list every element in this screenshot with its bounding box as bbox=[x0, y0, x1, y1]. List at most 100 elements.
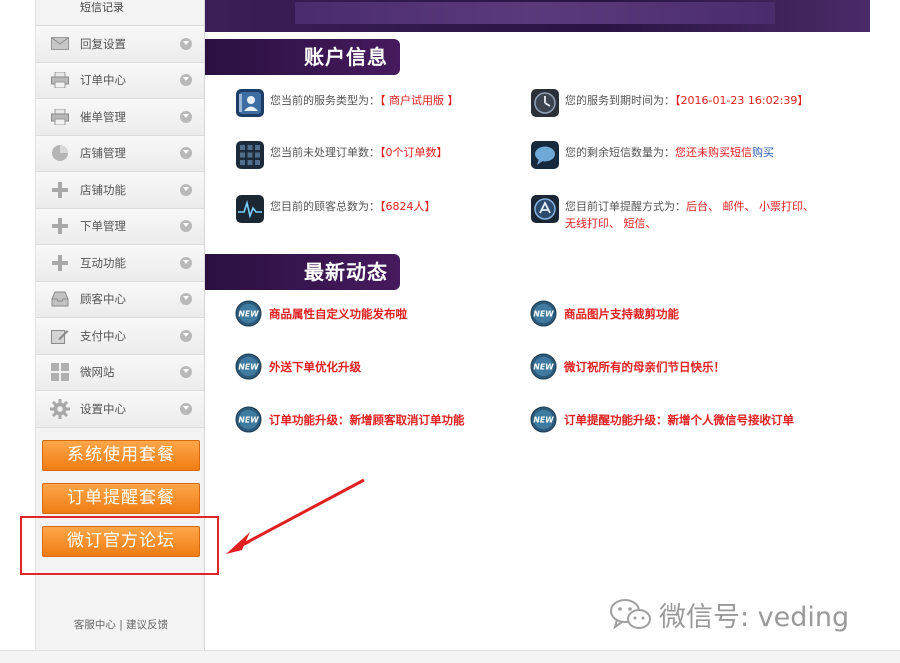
service-type-info: 您当前的服务类型为：【 商户试用版 】 bbox=[235, 88, 459, 118]
news-item[interactable]: NEW 商品属性自定义功能发布啦 bbox=[235, 300, 407, 327]
service-type-label: 您当前的服务类型为： bbox=[270, 94, 380, 107]
edit-icon bbox=[50, 327, 70, 345]
sidebar-item-label: 订单中心 bbox=[80, 73, 126, 88]
new-badge-icon: NEW bbox=[530, 300, 557, 327]
app-store-icon bbox=[531, 195, 559, 223]
sidebar-item-label: 下单管理 bbox=[80, 219, 126, 234]
news-header: 最新动态 bbox=[205, 254, 400, 290]
sidebar-item-label: 设置中心 bbox=[80, 401, 126, 416]
news-item[interactable]: NEW 订单功能升级：新增顾客取消订单功能 bbox=[235, 406, 465, 433]
activity-chart-icon bbox=[236, 195, 264, 223]
sidebar-item-payment-center[interactable]: 支付中心 bbox=[36, 318, 204, 355]
expire-label: 您的服务到期时间为： bbox=[565, 94, 675, 107]
new-badge-icon: NEW bbox=[530, 353, 557, 380]
bottom-border bbox=[0, 650, 900, 663]
sidebar-item-reply-settings[interactable]: 回复设置 bbox=[36, 26, 204, 63]
chevron-down-icon bbox=[180, 147, 192, 160]
new-badge-icon: NEW bbox=[235, 406, 262, 433]
chevron-down-icon bbox=[180, 293, 192, 306]
sidebar-item-sms-records[interactable]: 短信记录 bbox=[36, 0, 204, 26]
chevron-down-icon bbox=[180, 329, 192, 342]
sms-label: 您的剩余短信数量为： bbox=[565, 146, 675, 159]
pending-label: 您当前未处理订单数： bbox=[270, 146, 380, 159]
reminder-value-line1: 后台、 邮件、 小票打印、 bbox=[686, 200, 814, 213]
sidebar-item-reminder-management[interactable]: 催单管理 bbox=[36, 99, 204, 136]
chevron-down-icon bbox=[180, 402, 192, 415]
account-info-header: 账户信息 bbox=[205, 39, 400, 75]
service-type-value: 【 商户试用版 】 bbox=[380, 94, 459, 107]
news-link[interactable]: 商品属性自定义功能发布啦 bbox=[269, 306, 407, 322]
pending-value: 【0个订单数】 bbox=[380, 146, 448, 159]
chevron-down-icon bbox=[180, 183, 192, 196]
svg-text:NEW: NEW bbox=[238, 415, 259, 424]
sms-remaining-info: 您的剩余短信数量为：您还未购买短信购买 bbox=[530, 140, 774, 170]
sms-value: 您还未购买短信 bbox=[675, 146, 752, 159]
printer-icon bbox=[50, 108, 70, 126]
svg-text:NEW: NEW bbox=[533, 362, 554, 371]
news-item[interactable]: NEW 外送下单优化升级 bbox=[235, 353, 361, 380]
news-link[interactable]: 商品图片支持裁剪功能 bbox=[564, 306, 679, 322]
news-item[interactable]: NEW 微订祝所有的母亲们节日快乐！ bbox=[530, 353, 725, 380]
customers-label: 您目前的顾客总数为： bbox=[270, 200, 380, 213]
sidebar-item-label: 短信记录 bbox=[80, 1, 124, 14]
wechat-logo-icon bbox=[610, 598, 651, 629]
news-item[interactable]: NEW 订单提醒功能升级：新增个人微信号接收订单 bbox=[530, 406, 794, 433]
news-link[interactable]: 微订祝所有的母亲们节日快乐！ bbox=[564, 359, 725, 375]
svg-text:NEW: NEW bbox=[238, 362, 259, 371]
sidebar-item-label: 微网站 bbox=[80, 365, 115, 380]
watermark-text: 微信号: veding bbox=[659, 602, 850, 633]
sidebar-item-label: 店铺管理 bbox=[80, 146, 126, 161]
svg-text:NEW: NEW bbox=[533, 309, 554, 318]
sidebar-item-order-management[interactable]: 下单管理 bbox=[36, 208, 204, 245]
new-badge-icon: NEW bbox=[530, 406, 557, 433]
sidebar-item-customer-center[interactable]: 顾客中心 bbox=[36, 281, 204, 318]
order-reminder-package-button[interactable]: 订单提醒套餐 bbox=[42, 483, 200, 514]
news-item[interactable]: NEW 商品图片支持裁剪功能 bbox=[530, 300, 679, 327]
inbox-icon bbox=[50, 290, 70, 308]
sidebar-item-label: 顾客中心 bbox=[80, 292, 126, 307]
customer-service-link[interactable]: 客服中心 bbox=[74, 619, 116, 631]
highlight-box bbox=[20, 516, 219, 575]
news-link[interactable]: 订单提醒功能升级：新增个人微信号接收订单 bbox=[564, 412, 794, 428]
customers-value: 【6824人】 bbox=[380, 200, 436, 213]
annotation-arrow-icon bbox=[226, 478, 365, 554]
news-link[interactable]: 外送下单优化升级 bbox=[269, 359, 361, 375]
chevron-down-icon bbox=[180, 366, 192, 379]
buy-sms-link[interactable]: 购买 bbox=[752, 146, 774, 159]
sidebar-item-interaction[interactable]: 互动功能 bbox=[36, 245, 204, 282]
sidebar-item-label: 支付中心 bbox=[80, 328, 126, 343]
sidebar-item-store-features[interactable]: 店铺功能 bbox=[36, 172, 204, 209]
chevron-down-icon bbox=[180, 37, 192, 50]
svg-text:NEW: NEW bbox=[533, 415, 554, 424]
plus-icon bbox=[50, 254, 70, 272]
feedback-link[interactable]: 建议反馈 bbox=[126, 619, 168, 631]
wechat-watermark: 微信号: veding bbox=[609, 595, 849, 634]
sidebar-item-label: 催单管理 bbox=[80, 109, 126, 124]
plus-icon bbox=[50, 181, 70, 199]
chevron-down-icon bbox=[180, 110, 192, 123]
sidebar-item-label: 回复设置 bbox=[80, 36, 126, 51]
pie-chart-icon bbox=[50, 144, 70, 162]
calculator-icon bbox=[236, 141, 264, 169]
chevron-down-icon bbox=[180, 220, 192, 233]
news-link[interactable]: 订单功能升级：新增顾客取消订单功能 bbox=[269, 412, 465, 428]
svg-text:NEW: NEW bbox=[238, 309, 259, 318]
chat-bubble-icon bbox=[531, 141, 559, 169]
sidebar-item-store-management[interactable]: 店铺管理 bbox=[36, 135, 204, 172]
reminder-value-line2: 无线打印、 短信、 bbox=[565, 217, 657, 230]
expire-info: 您的服务到期时间为：【2016-01-23 16:02:39】 bbox=[530, 88, 808, 118]
sidebar-item-order-center[interactable]: 订单中心 bbox=[36, 62, 204, 99]
new-badge-icon: NEW bbox=[235, 300, 262, 327]
sidebar-item-micro-site[interactable]: 微网站 bbox=[36, 354, 204, 391]
sidebar-item-settings-center[interactable]: 设置中心 bbox=[36, 391, 204, 428]
reminder-method-info: 您目前订单提醒方式为：后台、 邮件、 小票打印、 无线打印、 短信、 bbox=[530, 194, 814, 232]
top-banner bbox=[205, 0, 870, 32]
footer-separator: | bbox=[119, 619, 123, 631]
new-badge-icon: NEW bbox=[235, 353, 262, 380]
contacts-icon bbox=[236, 89, 264, 117]
system-package-button[interactable]: 系统使用套餐 bbox=[42, 440, 200, 471]
sidebar-footer: 客服中心 | 建议反馈 bbox=[36, 617, 206, 632]
mail-icon bbox=[50, 35, 70, 53]
customer-count-info: 您目前的顾客总数为：【6824人】 bbox=[235, 194, 436, 224]
gear-icon bbox=[50, 398, 70, 419]
